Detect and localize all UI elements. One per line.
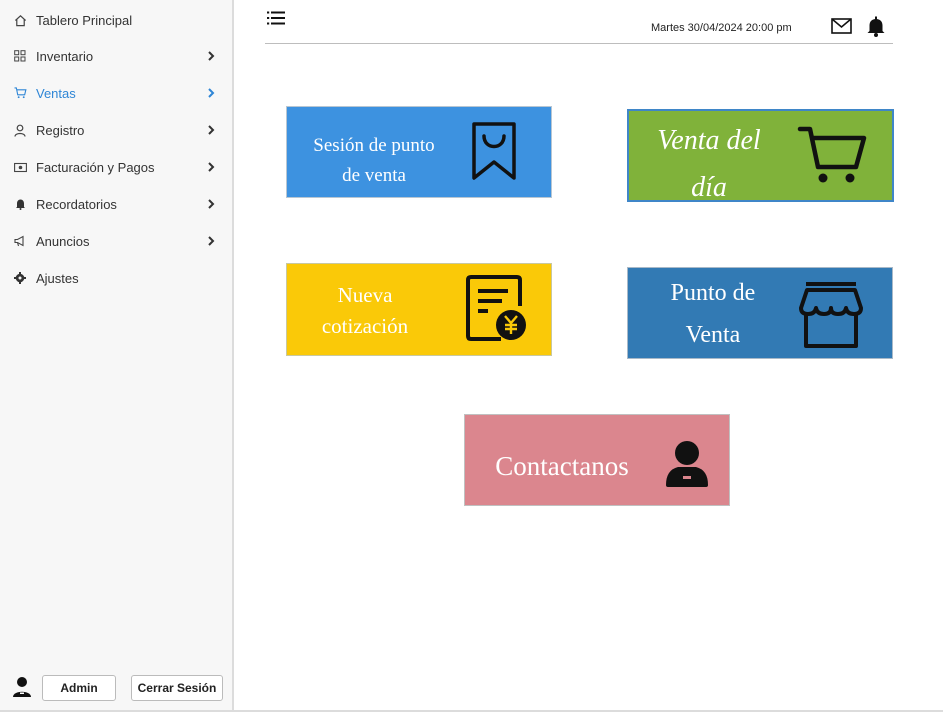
- pos-session-tile[interactable]: Sesión de punto de venta: [286, 106, 552, 198]
- daily-sales-label-line2: día: [691, 172, 727, 203]
- top-bar: Martes 30/04/2024 20:00 pm: [265, 0, 893, 44]
- grid-icon: [13, 49, 27, 63]
- new-quote-tile[interactable]: Nueva cotización: [286, 263, 552, 356]
- cart-icon: [797, 126, 867, 183]
- daily-sales-label-line1: Venta del: [657, 125, 761, 156]
- bell-icon[interactable]: [866, 16, 886, 37]
- mail-icon[interactable]: [831, 18, 852, 34]
- invoice-yen-icon: [466, 275, 526, 341]
- point-of-sale-tile[interactable]: Punto de Venta: [627, 267, 893, 359]
- sidebar-item-facturacion-pagos[interactable]: Facturación y Pagos: [0, 152, 232, 182]
- cart-icon: [13, 86, 27, 100]
- sidebar-item-label: Inventario: [36, 48, 94, 64]
- bell-icon: [13, 197, 27, 211]
- store-icon: [799, 282, 863, 348]
- pos-session-label-line1: Sesión de punto: [313, 135, 435, 156]
- home-icon: [13, 13, 27, 27]
- sidebar-item-anuncios[interactable]: Anuncios: [0, 226, 232, 256]
- daily-sales-tile[interactable]: Venta del día: [627, 109, 894, 203]
- contact-label: Contactanos: [495, 451, 629, 481]
- sidebar-item-label: Tablero Principal: [36, 12, 133, 28]
- user-avatar-icon: [13, 677, 31, 697]
- sidebar-footer: Admin Cerrar Sesión: [0, 672, 232, 706]
- sidebar-item-ajustes[interactable]: Ajustes: [0, 263, 232, 293]
- logout-button[interactable]: Cerrar Sesión: [131, 675, 223, 701]
- sidebar-item-recordatorios[interactable]: Recordatorios: [0, 189, 232, 219]
- chevron-right-icon: [208, 162, 215, 172]
- sidebar-item-ventas[interactable]: Ventas: [0, 78, 232, 108]
- point-of-sale-label-line1: Punto de: [670, 280, 756, 306]
- cash-icon: [13, 160, 27, 174]
- datetime-label: Martes 30/04/2024 20:00 pm: [651, 22, 792, 34]
- sidebar-item-label: Anuncios: [36, 233, 90, 249]
- megaphone-icon: [13, 234, 27, 248]
- sidebar-item-tablero-principal[interactable]: Tablero Principal: [0, 5, 232, 35]
- sidebar-item-label: Facturación y Pagos: [36, 159, 155, 175]
- user-badge-icon: [666, 441, 708, 487]
- contact-tile[interactable]: Contactanos: [464, 414, 730, 506]
- gear-icon: [13, 271, 27, 285]
- new-quote-label-line1: Nueva: [337, 283, 393, 307]
- sidebar-item-registro[interactable]: Registro: [0, 115, 232, 145]
- sidebar-item-label: Ventas: [36, 85, 76, 101]
- chevron-right-icon: [208, 88, 215, 98]
- new-quote-label-line2: cotización: [321, 314, 409, 338]
- admin-button[interactable]: Admin: [42, 675, 116, 701]
- sidebar-item-label: Recordatorios: [36, 196, 117, 212]
- chevron-right-icon: [208, 51, 215, 61]
- pos-session-label-line2: de venta: [342, 165, 406, 186]
- point-of-sale-label-line2: Venta: [685, 322, 741, 348]
- chevron-right-icon: [208, 236, 215, 246]
- chevron-right-icon: [208, 199, 215, 209]
- user-icon: [13, 123, 27, 137]
- menu-icon[interactable]: [267, 10, 285, 26]
- sidebar-item-label: Ajustes: [36, 270, 79, 286]
- sidebar: Tablero Principal Inventario Ventas Regi…: [0, 0, 234, 710]
- sidebar-item-inventario[interactable]: Inventario: [0, 41, 232, 71]
- sidebar-item-label: Registro: [36, 122, 85, 138]
- bookmark-icon: [472, 122, 516, 180]
- chevron-right-icon: [208, 125, 215, 135]
